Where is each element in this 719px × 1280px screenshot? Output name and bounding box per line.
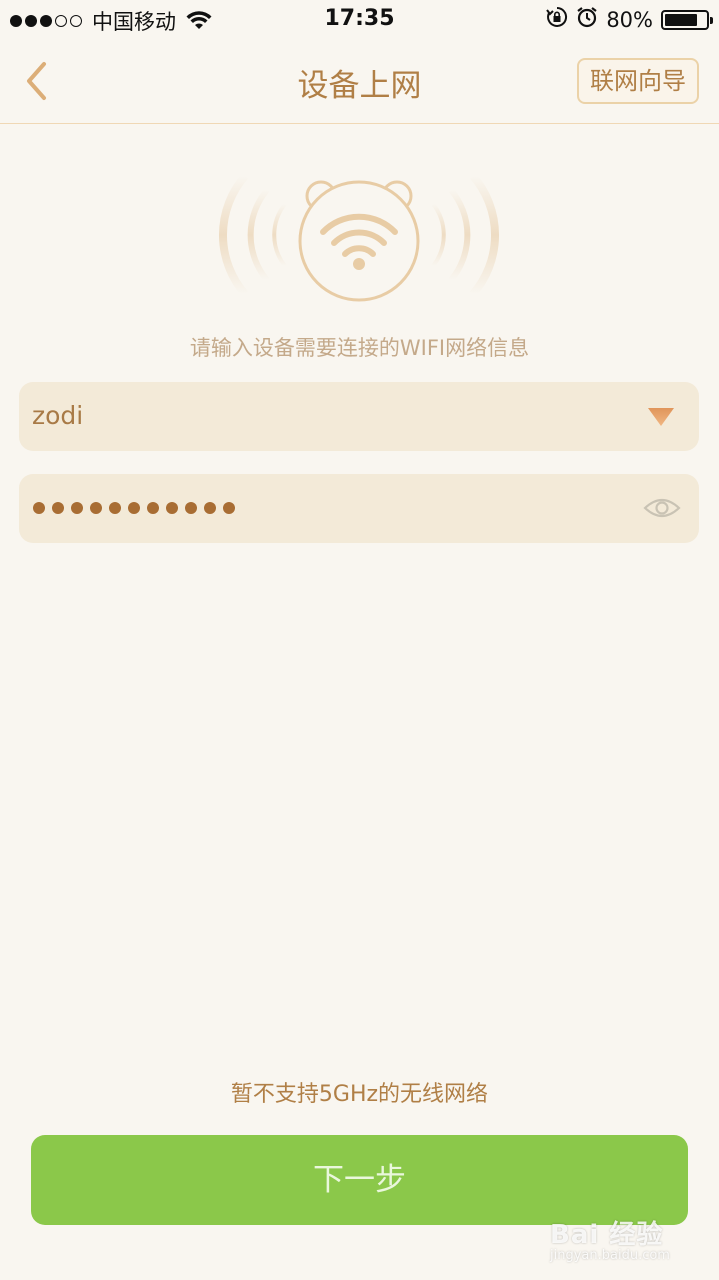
battery-icon bbox=[661, 10, 713, 30]
instruction-text: 请输入设备需要连接的WIFI网络信息 bbox=[189, 336, 530, 360]
password-dot bbox=[204, 502, 216, 514]
password-dot bbox=[147, 502, 159, 514]
wifi-password-field[interactable]: ●●●●●●●●●●● bbox=[19, 474, 699, 543]
watermark-text: Bai 经验 bbox=[550, 1220, 664, 1250]
battery-percent: 80% bbox=[606, 8, 653, 32]
5ghz-note: 暂不支持5GHz的无线网络 bbox=[230, 1082, 489, 1107]
password-dot bbox=[166, 502, 178, 514]
wifi-ssid-select[interactable]: zodi bbox=[19, 382, 699, 451]
baidu-jingyan-watermark: Bai 经验 jingyan.baidu.com bbox=[548, 1200, 698, 1270]
password-dot bbox=[223, 502, 235, 514]
dropdown-triangle-icon[interactable] bbox=[647, 407, 675, 427]
password-dot bbox=[71, 502, 83, 514]
network-guide-button[interactable]: 联网向导 bbox=[577, 58, 699, 104]
battery-fill bbox=[665, 14, 697, 26]
password-mask bbox=[33, 502, 235, 514]
password-dot bbox=[128, 502, 140, 514]
rotation-lock-icon bbox=[546, 6, 568, 34]
password-dot bbox=[52, 502, 64, 514]
password-dot bbox=[185, 502, 197, 514]
status-bar: 中国移动 17:35 80% bbox=[0, 0, 719, 40]
nav-bar: 设备上网 联网向导 bbox=[0, 40, 719, 124]
password-dot bbox=[90, 502, 102, 514]
eye-icon[interactable] bbox=[643, 494, 681, 522]
password-dot bbox=[109, 502, 121, 514]
password-dot bbox=[33, 502, 45, 514]
alarm-icon bbox=[576, 6, 598, 34]
status-right: 80% bbox=[546, 6, 713, 34]
wifi-ssid-value: zodi bbox=[32, 401, 84, 430]
bear-wifi-illustration bbox=[209, 168, 509, 308]
watermark-url: jingyan.baidu.com bbox=[550, 1248, 670, 1263]
